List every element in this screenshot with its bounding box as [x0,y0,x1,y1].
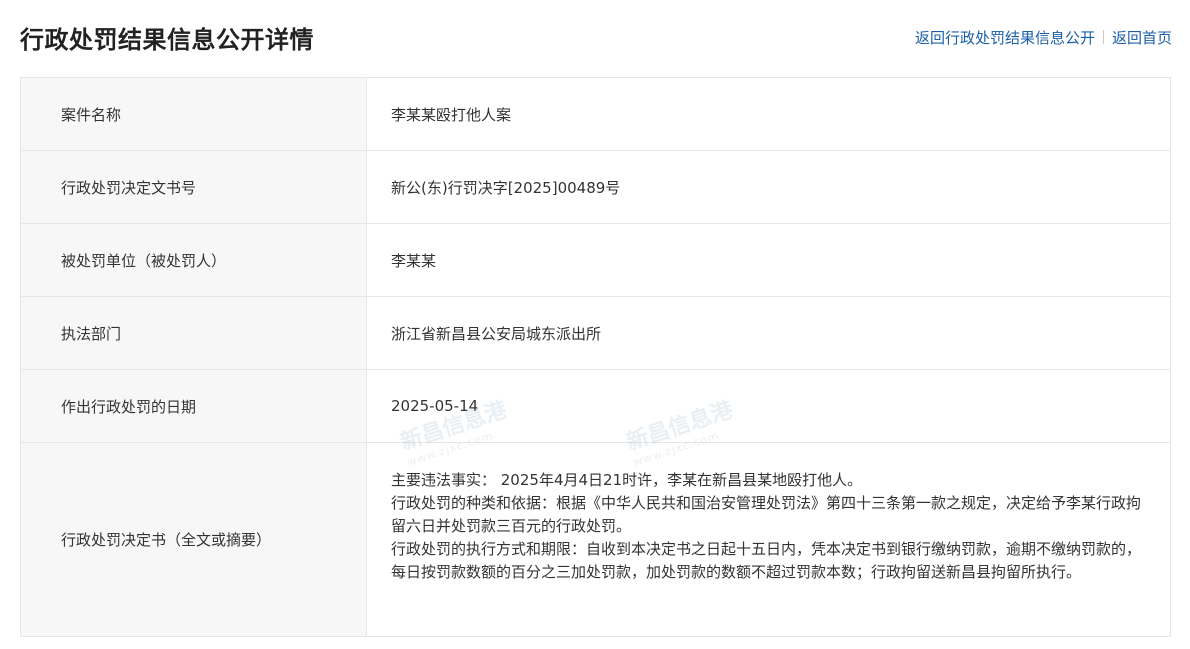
row-value: 新公(东)行罚决字[2025]00489号 [391,178,621,197]
header-nav: 返回行政处罚结果信息公开 返回首页 [915,27,1172,48]
row-value: 2025-05-14 [391,397,479,415]
row-label: 作出行政处罚的日期 [21,370,367,442]
nav-divider [1102,30,1104,44]
row-label: 行政处罚决定书（全文或摘要） [21,443,367,636]
table-row-decision-text: 行政处罚决定书（全文或摘要） 主要违法事实： 2025年4月4日21时许，李某在… [21,443,1170,636]
page-header: 行政处罚结果信息公开详情 返回行政处罚结果信息公开 返回首页 [20,14,1172,60]
decision-content: 主要违法事实： 2025年4月4日21时许，李某在新昌县某地殴打他人。 行政处罚… [367,443,1170,636]
detail-table: 案件名称 李某某殴打他人案 行政处罚决定文书号 新公(东)行罚决字[2025]0… [20,77,1171,637]
page-title: 行政处罚结果信息公开详情 [20,25,314,54]
row-label: 行政处罚决定文书号 [21,151,367,223]
table-row-enforcement-dept: 执法部门 浙江省新昌县公安局城东派出所 [21,297,1170,370]
row-value: 李某某殴打他人案 [391,105,512,124]
decision-basis: 行政处罚的种类和依据：根据《中华人民共和国治安管理处罚法》第四十三条第一款之规定… [391,494,1142,535]
table-row-penalized-party: 被处罚单位（被处罚人） 李某某 [21,224,1170,297]
table-row-document-number: 行政处罚决定文书号 新公(东)行罚决字[2025]00489号 [21,151,1170,224]
row-value: 浙江省新昌县公安局城东派出所 [391,324,602,343]
back-to-home-link[interactable]: 返回首页 [1112,27,1172,48]
row-label: 执法部门 [21,297,367,369]
row-value: 李某某 [391,251,437,270]
table-row-case-name: 案件名称 李某某殴打他人案 [21,78,1170,151]
back-to-list-link[interactable]: 返回行政处罚结果信息公开 [915,27,1095,48]
decision-execution: 行政处罚的执行方式和期限：自收到本决定书之日起十五日内，凭本决定书到银行缴纳罚款… [391,540,1142,581]
decision-facts: 主要违法事实： 2025年4月4日21时许，李某在新昌县某地殴打他人。 [391,471,863,489]
row-label: 被处罚单位（被处罚人） [21,224,367,296]
row-label: 案件名称 [21,78,367,150]
table-row-decision-date: 作出行政处罚的日期 2025-05-14 [21,370,1170,443]
